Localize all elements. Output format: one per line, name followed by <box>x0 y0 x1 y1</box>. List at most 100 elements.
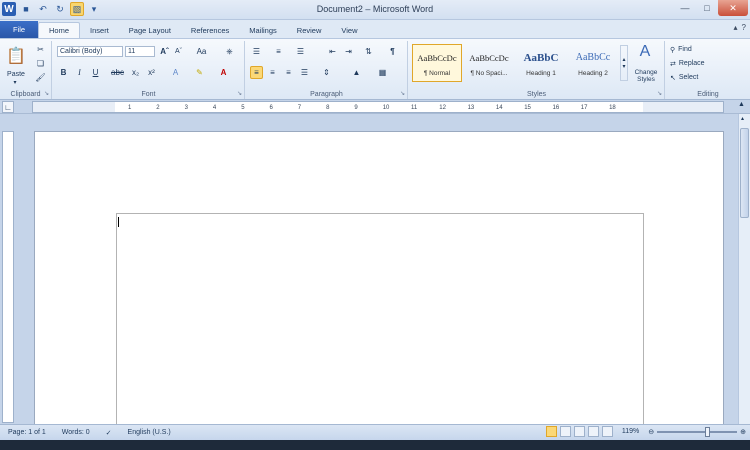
help-icon[interactable]: ? <box>742 23 746 32</box>
print-layout-icon[interactable] <box>545 426 557 437</box>
numbering-icon[interactable]: ≡ <box>272 45 285 58</box>
vertical-ruler[interactable] <box>2 131 14 423</box>
tab-file[interactable]: File <box>0 21 38 38</box>
style-preview: AaBbC <box>523 51 559 64</box>
style-name: Heading 2 <box>578 69 608 77</box>
paragraph-launcher-icon[interactable]: ↘ <box>400 90 405 97</box>
cut-icon[interactable]: ✂ <box>34 43 47 56</box>
style-name: ¶ No Spaci... <box>470 69 508 77</box>
superscript-icon[interactable]: x² <box>145 66 158 79</box>
tab-selector-icon[interactable]: ∟ <box>2 101 14 113</box>
language[interactable]: English (U.S.) <box>120 429 179 436</box>
editing-group: ⚲ Find ⇄ Replace ↖ Select Editing <box>666 41 750 99</box>
find-button[interactable]: ⚲ Find <box>670 44 720 55</box>
font-size-select[interactable]: 11 <box>125 46 155 57</box>
sort-icon[interactable]: ⇅ <box>362 45 375 58</box>
italic-icon[interactable]: I <box>73 66 86 79</box>
tab-page-layout[interactable]: Page Layout <box>119 22 181 38</box>
ruler-tick-label: 11 <box>411 105 418 111</box>
shrink-font-icon[interactable]: Aˇ <box>172 45 185 58</box>
outline-icon[interactable] <box>587 426 599 437</box>
tab-home[interactable]: Home <box>38 22 81 38</box>
zoom-in-icon[interactable]: ⊕ <box>740 428 746 436</box>
ruler-tick-label: 13 <box>467 105 475 111</box>
decrease-indent-icon[interactable]: ⇤ <box>326 45 339 58</box>
ruler-tick-label: 8 <box>326 105 330 111</box>
styles-launcher-icon[interactable]: ↘ <box>657 90 662 97</box>
full-screen-reading-icon[interactable] <box>559 426 571 437</box>
format-painter-icon[interactable]: 🖌 <box>34 71 47 84</box>
zoom-slider[interactable] <box>657 426 738 437</box>
change-styles-icon[interactable]: A <box>631 43 659 61</box>
draft-icon[interactable] <box>601 426 613 437</box>
maximize-button[interactable]: □ <box>696 0 718 16</box>
font-family-select[interactable]: Calibri (Body) <box>57 46 123 57</box>
tab-insert[interactable]: Insert <box>80 22 119 38</box>
paragraph-group: ☰ ≡ ☰ ⇤ ⇥ ⇅ ¶ ≡ ≡ ≡ ☰ ⇕ ▲ ▦ Paragraph ↘ <box>246 41 408 99</box>
page-count[interactable]: Page: 1 of 1 <box>0 429 54 436</box>
highlight-icon[interactable]: ✎ <box>193 66 206 79</box>
style-name: Heading 1 <box>526 69 556 77</box>
underline-icon[interactable]: U <box>89 66 102 79</box>
word-count[interactable]: Words: 0 <box>54 429 98 436</box>
style-heading-2[interactable]: AaBbCc Heading 2 <box>568 44 618 82</box>
font-launcher-icon[interactable]: ↘ <box>237 90 242 97</box>
style-preview: AaBbCcDc <box>469 52 509 63</box>
clear-formatting-icon[interactable]: ⎈ <box>223 45 236 58</box>
text-effects-icon[interactable]: A <box>169 66 182 79</box>
shading-icon[interactable]: ▲ <box>350 66 363 79</box>
borders-icon[interactable]: ▦ <box>376 66 389 79</box>
scroll-up-icon[interactable]: ▴ <box>741 115 744 122</box>
bullets-icon[interactable]: ☰ <box>250 45 263 58</box>
grow-font-icon[interactable]: Aˆ <box>158 45 171 58</box>
copy-icon[interactable]: ❏ <box>34 57 47 70</box>
paste-dropdown-icon[interactable]: ▾ <box>9 78 21 86</box>
line-spacing-icon[interactable]: ⇕ <box>320 66 333 79</box>
zoom-level[interactable]: 119% <box>622 428 639 435</box>
align-left-icon[interactable]: ≡ <box>250 66 263 79</box>
paste-icon[interactable]: 📋 <box>4 43 28 69</box>
vertical-scrollbar[interactable]: ▴ <box>738 114 750 424</box>
zoom-out-icon[interactable]: ⊖ <box>648 428 654 436</box>
ruler-tick-label: 3 <box>184 105 188 111</box>
minimize-ribbon-icon[interactable]: ▴ <box>734 23 738 32</box>
strikethrough-icon[interactable]: abc <box>111 66 124 79</box>
view-ruler-icon[interactable]: ▲ <box>738 101 748 113</box>
change-styles-button[interactable]: Change Styles <box>627 67 665 85</box>
styles-group: AaBbCcDc ¶ Normal AaBbCcDc ¶ No Spaci...… <box>409 41 665 99</box>
ruler-tick-label: 14 <box>495 105 503 111</box>
style-no-spacing[interactable]: AaBbCcDc ¶ No Spaci... <box>464 44 514 82</box>
proofing-icon[interactable]: ✓ <box>98 429 120 437</box>
zoom-slider-knob[interactable] <box>705 426 711 437</box>
ribbon-tabs: File Home Insert Page Layout References … <box>0 20 750 38</box>
select-button[interactable]: ↖ Select <box>670 72 730 83</box>
close-button[interactable]: ✕ <box>718 0 748 16</box>
tab-references[interactable]: References <box>181 22 239 38</box>
scroll-thumb[interactable] <box>740 128 749 218</box>
multilevel-list-icon[interactable]: ☰ <box>294 45 307 58</box>
ruler-tick-label: 18 <box>609 105 616 111</box>
horizontal-ruler[interactable]: 1 2 3 4 5 6 7 8 9 10 11 12 13 14 15 16 17 18 <box>32 101 724 113</box>
increase-indent-icon[interactable]: ⇥ <box>342 45 355 58</box>
style-heading-1[interactable]: AaBbC Heading 1 <box>516 44 566 82</box>
subscript-icon[interactable]: x₂ <box>129 66 142 79</box>
clipboard-launcher-icon[interactable]: ↘ <box>44 90 49 97</box>
change-case-icon[interactable]: Aa <box>195 45 208 58</box>
align-right-icon[interactable]: ≡ <box>282 66 295 79</box>
justify-icon[interactable]: ☰ <box>298 66 311 79</box>
tab-mailings[interactable]: Mailings <box>239 22 287 38</box>
tab-review[interactable]: Review <box>287 22 332 38</box>
view-controls: 119% ⊖ ⊕ <box>545 426 746 437</box>
ruler-text-area <box>115 102 643 112</box>
document-page[interactable] <box>34 131 724 424</box>
tab-view[interactable]: View <box>331 22 367 38</box>
text-body-area[interactable] <box>116 213 644 424</box>
style-normal[interactable]: AaBbCcDc ¶ Normal <box>412 44 462 82</box>
font-color-icon[interactable]: A <box>217 66 230 79</box>
show-formatting-icon[interactable]: ¶ <box>386 45 399 58</box>
web-layout-icon[interactable] <box>573 426 585 437</box>
bold-icon[interactable]: B <box>57 66 70 79</box>
align-center-icon[interactable]: ≡ <box>266 66 279 79</box>
replace-button[interactable]: ⇄ Replace <box>670 58 730 69</box>
minimize-button[interactable]: — <box>674 0 696 16</box>
